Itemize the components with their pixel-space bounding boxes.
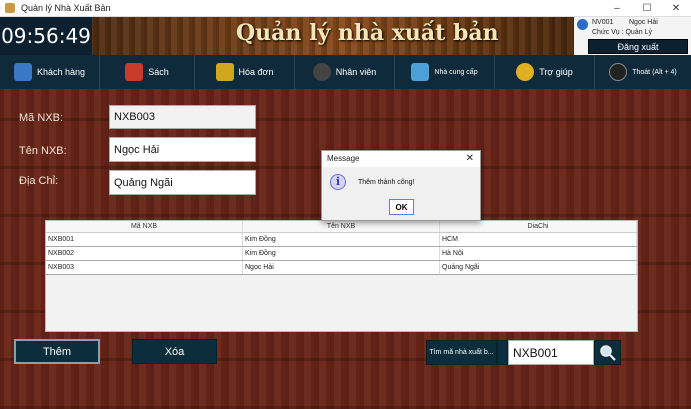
dialog-title: Message [322,151,480,167]
table-cell: Ngọc Hải [243,261,440,274]
nav-suppliers[interactable]: Nhà cung cấp [395,55,495,89]
app-header: 09:56:49 Quản lý nhà xuất bản NV001 Ngọc… [0,17,691,55]
table-cell: Kim Đồng [243,247,440,260]
nav-invoices[interactable]: Hóa đơn [195,55,295,89]
app-title: Quản lý nhà xuất bản [236,20,499,46]
user-name: Ngọc Hải [629,19,658,26]
table-row[interactable]: NXB002 Kim Đồng Hà Nội [46,247,637,261]
user-avatar-icon [577,19,588,30]
customer-icon [13,63,32,81]
dialog-close-button[interactable]: ✕ [466,153,474,164]
nav-label: Trợ giúp [539,67,573,77]
book-icon [125,63,144,81]
add-button[interactable]: Thêm [14,339,100,364]
ma-nxb-field[interactable]: NXB003 [109,105,256,129]
ten-nxb-field[interactable]: Ngọc Hải [109,137,256,162]
table-cell: HCM [440,233,637,246]
column-header[interactable]: DiaChi [440,221,637,232]
main-panel: Mã NXB: NXB003 Tên NXB: Ngọc Hải Địa Chỉ… [0,89,691,409]
window-title: Quản lý Nhà Xuất Bản [21,3,111,13]
close-button[interactable]: ✕ [661,0,691,17]
search-input[interactable]: NXB001 [508,340,594,365]
nav-label: Nhân viên [335,67,377,77]
search-by-button[interactable]: Tìm mã nhà xuất b... [426,340,497,365]
main-nav: Khách hàng Sách Hóa đơn Nhân viên Nhà cu… [0,55,691,89]
minimize-button[interactable]: – [602,0,632,17]
nav-label: Hóa đơn [238,67,274,77]
help-icon [516,63,535,81]
nav-label: Sách [148,67,169,77]
nav-customers[interactable]: Khách hàng [0,55,100,89]
dialog-message: Thêm thành công! [358,179,415,186]
nav-label: Thoát (Alt + 4) [632,68,677,76]
table-cell: Hà Nội [440,247,637,260]
user-panel: NV001 Ngọc Hải Chức Vụ : Quản Lý Đăng xu… [574,17,691,55]
search-divider [497,340,508,365]
table-cell: Quảng Ngãi [440,261,637,274]
user-id: NV001 [592,19,614,26]
column-header[interactable]: Mã NXB [46,221,243,232]
delete-button[interactable]: Xóa [132,339,217,364]
search-icon-button[interactable] [594,340,621,365]
dia-chi-field[interactable]: Quảng Ngãi [109,170,256,195]
maximize-button[interactable]: ☐ [632,0,662,17]
nav-books[interactable]: Sách [100,55,195,89]
nav-label: Nhà cung cấp [434,68,478,76]
ok-button[interactable]: OK [389,199,414,215]
nav-exit[interactable]: Thoát (Alt + 4) [595,55,691,89]
window-titlebar: Quản lý Nhà Xuất Bản – ☐ ✕ [0,0,691,17]
nav-employees[interactable]: Nhân viên [295,55,395,89]
clock: 09:56:49 [0,17,92,55]
column-header[interactable]: Tên NXB [243,221,440,232]
table-row[interactable]: NXB003 Ngọc Hải Quảng Ngãi [46,261,637,275]
ma-nxb-label: Mã NXB: [19,112,64,124]
table-row[interactable]: NXB001 Kim Đồng HCM [46,233,637,247]
nav-label: Khách hàng [36,67,86,77]
app-icon [5,3,15,13]
table-header: Mã NXB Tên NXB DiaChi [46,221,637,233]
table-cell: NXB002 [46,247,243,260]
nav-help[interactable]: Trợ giúp [495,55,595,89]
publisher-table[interactable]: Mã NXB Tên NXB DiaChi NXB001 Kim Đồng HC… [45,220,638,332]
info-icon: i [330,174,346,190]
table-cell: Kim Đồng [243,233,440,246]
table-cell: NXB001 [46,233,243,246]
ten-nxb-label: Tên NXB: [19,145,67,157]
user-role: Chức Vụ : Quản Lý [592,29,652,36]
employee-icon [312,63,331,81]
invoice-icon [215,63,234,81]
message-dialog: Message ✕ i Thêm thành công! OK [321,150,481,221]
exit-icon [609,63,628,81]
dia-chi-label: Địa Chỉ: [19,175,59,187]
supplier-icon [411,63,430,81]
logout-button[interactable]: Đăng xuất [588,39,688,54]
search-icon [599,344,616,361]
table-cell: NXB003 [46,261,243,274]
